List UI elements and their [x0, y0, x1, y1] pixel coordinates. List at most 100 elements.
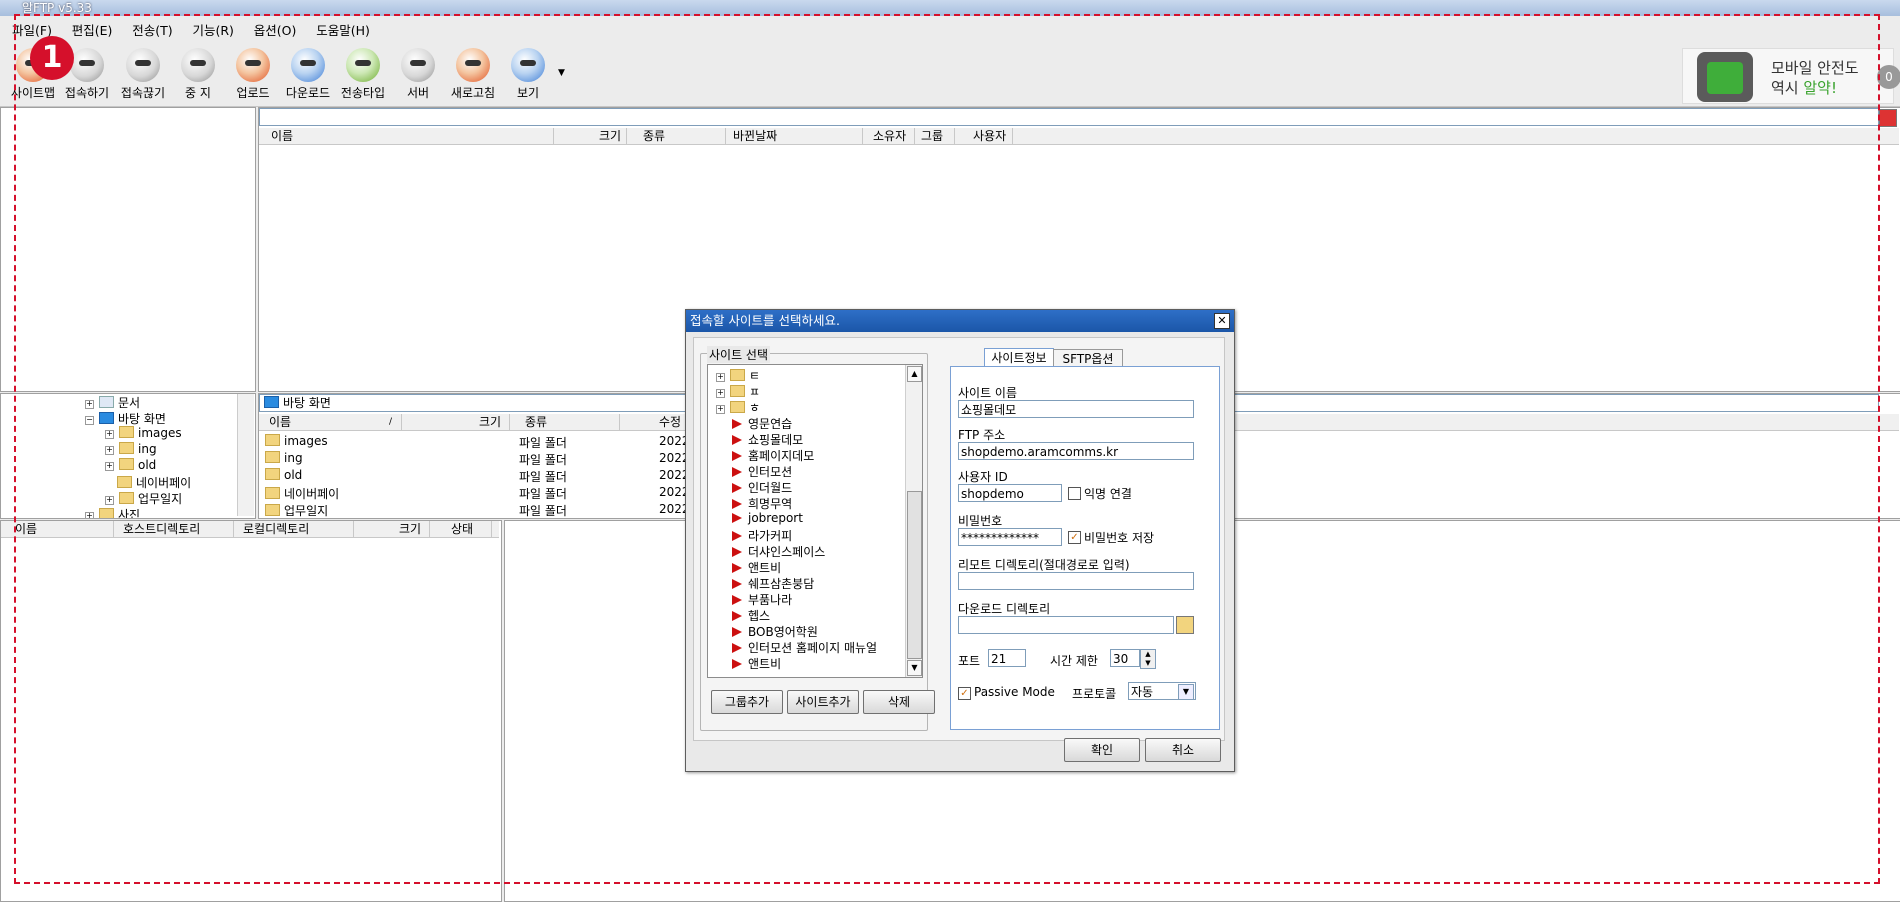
tree-item-images[interactable]: + images	[105, 426, 182, 440]
remote-col-owner[interactable]: 소유자	[873, 128, 906, 144]
browse-folder-icon[interactable]	[1176, 616, 1194, 634]
add-group-button[interactable]: 그룹추가	[711, 690, 783, 714]
scroll-up-icon[interactable]: ▲	[907, 366, 922, 382]
site-item[interactable]: 더샤인스페이스	[732, 543, 825, 560]
delete-site-button[interactable]: 삭제	[863, 690, 935, 714]
menu-edit[interactable]: 편집(E)	[68, 18, 117, 44]
tree-item-photos[interactable]: + 사진	[85, 506, 140, 518]
local-col-type[interactable]: 종류	[525, 414, 547, 430]
site-item[interactable]: 앤트비	[732, 559, 781, 576]
site-item[interactable]: 인터모션	[732, 463, 792, 480]
site-item[interactable]: 헵스	[732, 607, 770, 624]
tab-site-info[interactable]: 사이트정보	[984, 348, 1054, 368]
disconnect-button[interactable]: 접속끊기	[112, 48, 174, 101]
cancel-button[interactable]: 취소	[1145, 738, 1221, 762]
local-col-modified[interactable]: 수정	[659, 414, 681, 430]
site-group-item[interactable]: + ㅍ	[716, 383, 760, 400]
timeout-input[interactable]: 30	[1110, 649, 1140, 667]
transfer-queue-pane[interactable]: 이름 호스트디렉토리 로컬디렉토리 크기 상태	[0, 520, 502, 902]
remote-col-user[interactable]: 사용자	[973, 128, 1006, 144]
local-file-row[interactable]: old	[265, 468, 302, 482]
passive-mode-label: Passive Mode	[974, 685, 1055, 699]
stop-button[interactable]: 중 지	[167, 48, 229, 101]
ftp-address-input[interactable]: shopdemo.aramcomms.kr	[958, 442, 1194, 460]
remote-col-name[interactable]: 이름	[271, 128, 293, 144]
protocol-select[interactable]: 자동 ▼	[1128, 682, 1196, 700]
remote-col-type[interactable]: 종류	[643, 128, 665, 144]
local-tree-scrollbar[interactable]	[237, 394, 254, 516]
remote-go-icon[interactable]	[1879, 109, 1897, 127]
remote-col-group[interactable]: 그룹	[921, 128, 943, 144]
server-button[interactable]: 서버	[387, 48, 449, 101]
refresh-button[interactable]: 새로고침	[442, 48, 504, 101]
queue-col-local-dir[interactable]: 로컬디렉토리	[243, 521, 309, 537]
site-item[interactable]: BOB영어학원	[732, 623, 818, 640]
remote-col-size[interactable]: 크기	[599, 128, 621, 144]
tree-item-worklog[interactable]: + 업무일지	[105, 490, 182, 507]
menu-help[interactable]: 도움말(H)	[312, 18, 374, 44]
ok-button[interactable]: 확인	[1064, 738, 1140, 762]
download-dir-input[interactable]	[958, 616, 1174, 634]
site-item[interactable]: 홈페이지데모	[732, 447, 814, 464]
upload-button[interactable]: 업로드	[222, 48, 284, 101]
queue-header: 이름 호스트디렉토리 로컬디렉토리 크기 상태	[1, 521, 499, 538]
site-item[interactable]: 라가커피	[732, 527, 792, 544]
site-list[interactable]: + ㅌ + ㅍ + ㅎ 영문연습 쇼핑몰데모 홈페이지데모 인터모션 인더월드 희명무…	[707, 364, 923, 678]
ad-banner[interactable]: 모바일 안전도 역시 알약! 0	[1682, 48, 1900, 104]
toolbar-more-chevron-icon[interactable]: ▼	[558, 68, 565, 78]
site-name-input[interactable]: 쇼핑몰데모	[958, 400, 1194, 418]
local-file-row[interactable]: 업무일지	[265, 502, 328, 518]
local-file-row[interactable]: images	[265, 434, 328, 448]
port-input[interactable]: 21	[988, 649, 1026, 667]
site-item[interactable]: 앤트비	[732, 655, 781, 672]
remote-list-header: 이름 크기 종류 바뀐날짜 소유자 그룹 사용자	[259, 128, 1899, 145]
site-item[interactable]: jobreport	[732, 511, 803, 525]
site-item[interactable]: 인터모션 홈페이지 매뉴얼	[732, 639, 877, 656]
timeout-spinner-icon[interactable]: ▲ ▼	[1140, 649, 1156, 669]
site-item[interactable]: 쉐프삼촌붕담	[732, 575, 814, 592]
scroll-thumb[interactable]	[907, 491, 922, 659]
user-id-input[interactable]: shopdemo	[958, 484, 1062, 502]
remote-path-input[interactable]	[259, 108, 1879, 126]
remote-dir-label: 리모트 디렉토리(절대경로로 입력)	[958, 558, 1130, 572]
site-item[interactable]: 희명무역	[732, 495, 792, 512]
local-col-name[interactable]: 이름	[269, 414, 291, 430]
add-site-button[interactable]: 사이트추가	[787, 690, 859, 714]
menu-options[interactable]: 옵션(O)	[250, 18, 301, 44]
dialog-close-icon[interactable]: ✕	[1214, 313, 1230, 329]
remote-dir-input[interactable]	[958, 572, 1194, 590]
scroll-down-icon[interactable]: ▼	[907, 660, 922, 676]
transfer-type-button[interactable]: 전송타입	[332, 48, 394, 101]
site-group-item[interactable]: + ㅎ	[716, 399, 760, 416]
local-file-row[interactable]: 네이버페이	[265, 485, 339, 502]
password-input[interactable]: *************	[958, 528, 1062, 546]
site-item[interactable]: 인더월드	[732, 479, 792, 496]
tree-item-naverpay[interactable]: 네이버페이	[117, 474, 191, 491]
passive-mode-checkbox[interactable]: ✓	[958, 687, 971, 700]
menu-transfer[interactable]: 전송(T)	[128, 18, 176, 44]
queue-col-name[interactable]: 이름	[15, 521, 37, 537]
site-group-item[interactable]: + ㅌ	[716, 367, 760, 384]
site-item[interactable]: 부품나라	[732, 591, 792, 608]
remote-tree-pane[interactable]	[0, 107, 256, 392]
queue-col-status[interactable]: 상태	[451, 521, 473, 537]
local-col-size[interactable]: 크기	[479, 414, 501, 430]
view-button[interactable]: 보기	[497, 48, 559, 101]
tree-item-ing[interactable]: + ing	[105, 442, 157, 456]
site-item[interactable]: 영문연습	[732, 415, 792, 432]
site-item[interactable]: 쇼핑몰데모	[732, 431, 803, 448]
site-list-scrollbar[interactable]: ▲ ▼	[905, 365, 922, 677]
tree-item-documents[interactable]: + 문서	[85, 394, 140, 411]
download-button[interactable]: 다운로드	[277, 48, 339, 101]
chevron-down-icon[interactable]: ▼	[1178, 684, 1194, 699]
tree-item-old[interactable]: + old	[105, 458, 156, 472]
queue-col-host-dir[interactable]: 호스트디렉토리	[123, 521, 200, 537]
save-password-checkbox[interactable]: ✓	[1068, 531, 1081, 544]
local-file-row[interactable]: ing	[265, 451, 303, 465]
queue-col-size[interactable]: 크기	[399, 521, 421, 537]
tree-item-desktop[interactable]: − 바탕 화면	[85, 410, 166, 427]
menu-function[interactable]: 기능(R)	[188, 18, 237, 44]
anonymous-checkbox[interactable]	[1068, 487, 1081, 500]
remote-col-date[interactable]: 바뀐날짜	[733, 128, 777, 144]
local-tree-pane[interactable]: + 문서 − 바탕 화면 + images + ing + old 네이버페이 + 업무일지…	[0, 393, 256, 519]
